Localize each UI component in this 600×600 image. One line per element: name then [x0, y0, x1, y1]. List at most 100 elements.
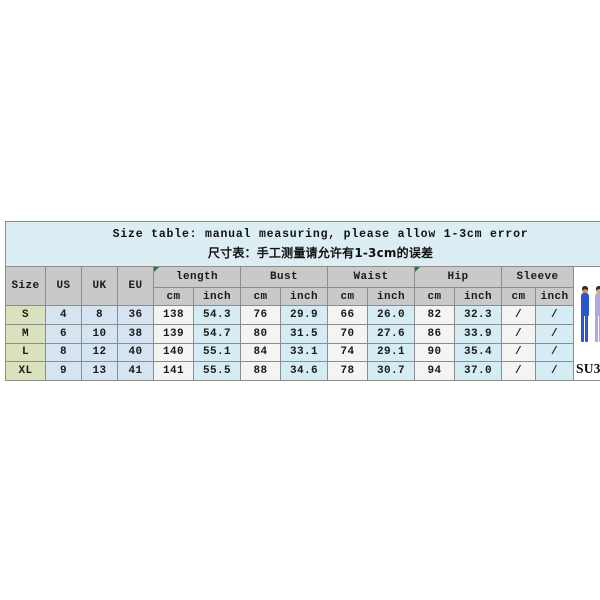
cell-uk: 13 — [81, 361, 118, 381]
cell-sleeve-inch: / — [535, 305, 574, 325]
cell-sleeve-inch: / — [535, 361, 574, 381]
cell-eu: 40 — [117, 342, 154, 363]
cell-sleeve-cm: / — [501, 342, 536, 363]
cell-uk: 10 — [81, 324, 118, 344]
cell-us: 9 — [45, 361, 82, 381]
cell-eu: 36 — [117, 305, 154, 325]
cell-length-inch: 55.1 — [193, 342, 241, 363]
cell-bust-cm: 80 — [240, 324, 281, 344]
model-torso — [594, 293, 600, 316]
cell-hip-cm: 86 — [414, 324, 455, 344]
cell-eu: 41 — [117, 361, 154, 381]
cell-uk: 12 — [81, 342, 118, 363]
column-header-length-label: length — [175, 270, 218, 283]
column-header-us: US — [45, 265, 82, 307]
unit-header-sleeve-inch: inch — [535, 286, 574, 307]
cell-sleeve-inch: / — [535, 342, 574, 363]
size-table: Size table: manual measuring, please all… — [4, 221, 600, 381]
model-torso — [580, 293, 589, 316]
cell-comment-marker-icon — [415, 267, 420, 272]
cell-bust-inch: 34.6 — [280, 361, 328, 381]
unit-header-hip-cm: cm — [414, 286, 455, 307]
column-header-hip-label: Hip — [447, 270, 469, 283]
unit-header-length-inch: inch — [193, 286, 241, 307]
unit-header-bust-cm: cm — [240, 286, 281, 307]
cell-size: S — [5, 305, 46, 325]
cell-bust-cm: 84 — [240, 342, 281, 363]
unit-header-bust-inch: inch — [280, 286, 328, 307]
cell-length-inch: 54.3 — [193, 305, 241, 325]
product-image-cell: SU3231 — [572, 266, 600, 381]
cell-length-cm: 140 — [153, 342, 194, 363]
column-header-bust: Bust — [240, 266, 328, 288]
unit-header-waist-cm: cm — [327, 286, 368, 307]
cell-waist-cm: 70 — [327, 324, 368, 344]
cell-comment-marker-icon — [154, 267, 159, 272]
cell-uk: 8 — [81, 305, 118, 325]
cell-hip-inch: 32.3 — [454, 305, 502, 325]
cell-length-inch: 55.5 — [193, 361, 241, 381]
cell-waist-inch: 26.0 — [367, 305, 415, 325]
cell-hip-cm: 94 — [414, 361, 455, 381]
size-chart-container: Size table: manual measuring, please all… — [4, 221, 600, 381]
chart-banner: Size table: manual measuring, please all… — [4, 221, 600, 267]
unit-header-waist-inch: inch — [367, 286, 415, 307]
cell-sleeve-inch: / — [535, 324, 574, 344]
cell-bust-cm: 88 — [240, 361, 281, 381]
model-leg-left — [595, 315, 598, 342]
cell-sleeve-cm: / — [501, 305, 536, 325]
cell-length-inch: 54.7 — [193, 324, 241, 344]
cell-length-cm: 139 — [153, 324, 194, 344]
unit-header-length-cm: cm — [153, 286, 194, 307]
column-header-hip: Hip — [414, 266, 502, 288]
unit-header-hip-inch: inch — [454, 286, 502, 307]
cell-waist-cm: 74 — [327, 342, 368, 363]
cell-size: M — [5, 324, 46, 344]
product-model-group — [577, 285, 600, 347]
cell-eu: 38 — [117, 324, 154, 344]
table-row: XL 9 13 41 141 55.5 88 34.6 78 30.7 94 3… — [5, 361, 600, 381]
cell-size: XL — [5, 361, 46, 381]
cell-bust-cm: 76 — [240, 305, 281, 325]
cell-bust-inch: 33.1 — [280, 342, 328, 363]
cell-waist-inch: 27.6 — [367, 324, 415, 344]
column-header-uk: UK — [81, 265, 118, 307]
cell-hip-inch: 37.0 — [454, 361, 502, 381]
column-header-sleeve: Sleeve — [501, 266, 574, 288]
cell-waist-inch: 30.7 — [367, 361, 415, 381]
jumpsuit-lavender — [592, 286, 600, 345]
table-row: L 8 12 40 140 55.1 84 33.1 74 29.1 90 35… — [5, 342, 600, 363]
product-image: SU3231 — [574, 267, 600, 380]
column-header-length: length — [153, 266, 241, 288]
model-leg-right — [585, 315, 588, 342]
cell-bust-inch: 31.5 — [280, 324, 328, 344]
banner-text-zh: 尺寸表：手工测量请允许有1-3cm的误差 — [207, 246, 434, 260]
group-header-row: Size US UK EU length Bust Waist Hip Slee… — [5, 265, 600, 381]
cell-sleeve-cm: / — [501, 324, 536, 344]
table-row: M 6 10 38 139 54.7 80 31.5 70 27.6 86 33… — [5, 324, 600, 344]
cell-waist-cm: 78 — [327, 361, 368, 381]
column-header-eu: EU — [117, 265, 154, 307]
product-sku: SU3231 — [576, 361, 600, 376]
cell-hip-cm: 90 — [414, 342, 455, 363]
cell-us: 8 — [45, 342, 82, 363]
model-leg-left — [581, 315, 584, 342]
column-header-size: Size — [5, 265, 46, 307]
cell-waist-inch: 29.1 — [367, 342, 415, 363]
unit-header-sleeve-cm: cm — [501, 286, 536, 307]
jumpsuit-blue — [578, 286, 591, 345]
table-row: S 4 8 36 138 54.3 76 29.9 66 26.0 82 32.… — [5, 305, 600, 325]
cell-size: L — [5, 342, 46, 363]
cell-hip-inch: 35.4 — [454, 342, 502, 363]
banner-row: Size table: manual measuring, please all… — [4, 221, 600, 267]
cell-bust-inch: 29.9 — [280, 305, 328, 325]
cell-sleeve-cm: / — [501, 361, 536, 381]
column-header-waist: Waist — [327, 266, 415, 288]
cell-hip-cm: 82 — [414, 305, 455, 325]
banner-text-en: Size table: manual measuring, please all… — [112, 228, 529, 241]
cell-waist-cm: 66 — [327, 305, 368, 325]
cell-us: 6 — [45, 324, 82, 344]
cell-us: 4 — [45, 305, 82, 325]
cell-length-cm: 138 — [153, 305, 194, 325]
cell-hip-inch: 33.9 — [454, 324, 502, 344]
